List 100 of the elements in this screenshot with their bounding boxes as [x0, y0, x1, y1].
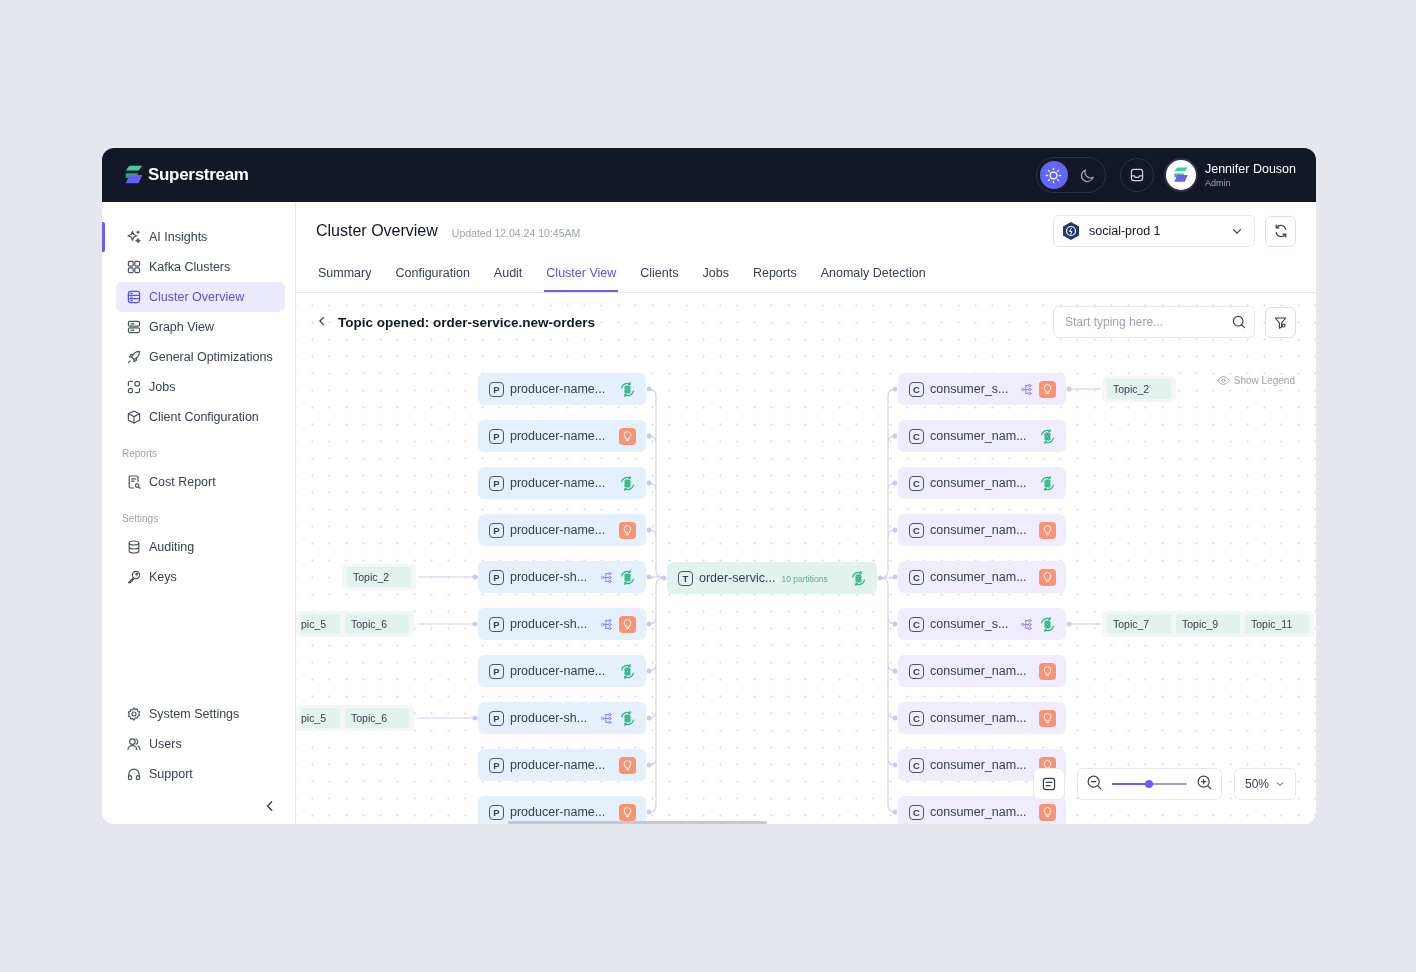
sun-button[interactable]	[1039, 161, 1068, 189]
sidebar-item[interactable]: Support	[116, 759, 285, 789]
topic-chip[interactable]: pic_5	[301, 614, 340, 634]
sidebar-item[interactable]: Keys	[116, 562, 285, 592]
consumer-node[interactable]: C consumer_nam...	[898, 796, 1066, 824]
node-label: producer-name...	[510, 476, 607, 490]
filter-button[interactable]	[1265, 306, 1296, 338]
tab[interactable]: Jobs	[700, 256, 731, 292]
node-label: consumer_nam...	[930, 570, 1028, 584]
producer-icon: P	[489, 475, 504, 491]
sidebar-item[interactable]: AI Insights	[116, 222, 285, 252]
headset-icon	[126, 766, 142, 782]
connector-line	[417, 715, 479, 721]
hierarchy-icon	[600, 570, 613, 584]
sidebar-item[interactable]: Cluster Overview	[116, 282, 285, 312]
partition-count: 10 partitions	[781, 574, 829, 584]
producer-node[interactable]: P producer-sh...	[478, 561, 646, 593]
cluster-dropdown[interactable]: social-prod 1	[1053, 215, 1255, 247]
tab[interactable]: Audit	[491, 256, 525, 292]
topic-node[interactable]: T order-servic... 10 partitions	[667, 562, 877, 594]
notes-button[interactable]	[1032, 768, 1065, 800]
topic-chip[interactable]: Topic_9	[1176, 614, 1240, 634]
tab[interactable]: Anomaly Detection	[818, 256, 928, 292]
tab[interactable]: Clients	[638, 256, 681, 292]
zoom-dropdown[interactable]: 50%	[1233, 768, 1296, 800]
node-label: producer-name...	[510, 664, 607, 678]
connector-line	[1066, 621, 1102, 627]
producer-node[interactable]: P producer-name...	[478, 749, 646, 781]
producer-node[interactable]: P producer-name...	[478, 796, 646, 824]
sidebar-item[interactable]: General Optimizations	[116, 342, 285, 372]
refresh-button[interactable]	[1265, 215, 1296, 247]
node-label: producer-name...	[510, 758, 607, 772]
consumer-icon: C	[909, 710, 924, 726]
consumer-node[interactable]: C consumer_s...	[898, 608, 1066, 640]
producer-node[interactable]: P producer-sh...	[478, 702, 646, 734]
topic-chip[interactable]: Topic_2	[1107, 379, 1171, 399]
atom-sync-icon	[619, 662, 636, 680]
node-label: consumer_nam...	[930, 523, 1028, 537]
tab[interactable]: Configuration	[393, 256, 472, 292]
sun-icon	[1045, 166, 1063, 184]
topic-chip[interactable]: Topic_6	[345, 708, 409, 728]
topic-chip[interactable]: Topic_2	[347, 567, 411, 587]
producer-icon: P	[489, 381, 504, 397]
slider-thumb[interactable]	[1145, 780, 1154, 788]
key-icon	[126, 569, 142, 585]
producer-node[interactable]: P producer-name...	[478, 373, 646, 405]
atom-sync-icon	[619, 380, 636, 398]
consumer-node[interactable]: C consumer_nam...	[898, 749, 1066, 781]
consumer-node[interactable]: C consumer_nam...	[898, 561, 1066, 593]
producer-node[interactable]: P producer-name...	[478, 420, 646, 452]
sidebar-item[interactable]: Client Configuration	[116, 402, 285, 432]
producer-icon: P	[489, 663, 504, 679]
node-label: consumer_nam...	[930, 711, 1028, 725]
filter-icon	[1273, 314, 1288, 330]
sidebar-item[interactable]: System Settings	[116, 699, 285, 729]
sidebar-item[interactable]: Auditing	[116, 532, 285, 562]
atom-sync-icon	[850, 569, 867, 587]
producer-node[interactable]: P producer-name...	[478, 514, 646, 546]
consumer-node[interactable]: C consumer_nam...	[898, 655, 1066, 687]
consumer-node[interactable]: C consumer_nam...	[898, 467, 1066, 499]
tab[interactable]: Summary	[316, 256, 374, 292]
topic-chip[interactable]: Topic_11	[1245, 614, 1309, 634]
hierarchy-icon	[1020, 617, 1033, 631]
node-label: order-servic...	[699, 571, 776, 585]
topic-chip[interactable]: Topic_6	[345, 614, 409, 634]
active-indicator	[102, 222, 105, 252]
consumer-icon: C	[909, 616, 924, 632]
rocket-icon	[126, 349, 142, 365]
consumer-icon: C	[909, 569, 924, 585]
avatar[interactable]	[1165, 160, 1196, 190]
node-label: producer-name...	[510, 382, 607, 396]
consumer-node[interactable]: C consumer_nam...	[898, 702, 1066, 734]
producer-node[interactable]: P producer-name...	[478, 467, 646, 499]
sidebar-item[interactable]: Kafka Clusters	[116, 252, 285, 282]
connector-line	[417, 621, 479, 627]
sidebar-item[interactable]: Graph View	[116, 312, 285, 342]
consumer-node[interactable]: C consumer_nam...	[898, 514, 1066, 546]
sidebar-item[interactable]: Users	[116, 729, 285, 759]
search-field[interactable]: Start typing here...	[1053, 306, 1255, 338]
cube-icon	[126, 409, 142, 425]
sidebar-item[interactable]: Jobs	[116, 372, 285, 402]
eye-icon	[1216, 374, 1230, 387]
producer-icon: P	[489, 522, 504, 538]
topic-chip[interactable]: Topic_7	[1107, 614, 1171, 634]
atom-sync-icon	[619, 568, 636, 586]
producer-icon: P	[489, 569, 504, 585]
sidebar-item[interactable]: Cost Report	[116, 467, 285, 497]
producer-node[interactable]: P producer-name...	[478, 655, 646, 687]
consumer-node[interactable]: C consumer_nam...	[898, 420, 1066, 452]
consumer-icon: C	[909, 663, 924, 679]
database-icon	[126, 539, 142, 555]
tab[interactable]: Reports	[750, 256, 799, 292]
node-label: producer-name...	[510, 429, 607, 443]
consumer-node[interactable]: C consumer_s...	[898, 373, 1066, 405]
topic-icon: T	[678, 570, 693, 586]
horizontal-scrollbar[interactable]	[508, 821, 767, 824]
moon-icon	[1079, 166, 1097, 184]
topic-chip[interactable]: pic_5	[301, 708, 340, 728]
consumer-icon: C	[909, 428, 924, 444]
producer-node[interactable]: P producer-sh...	[478, 608, 646, 640]
